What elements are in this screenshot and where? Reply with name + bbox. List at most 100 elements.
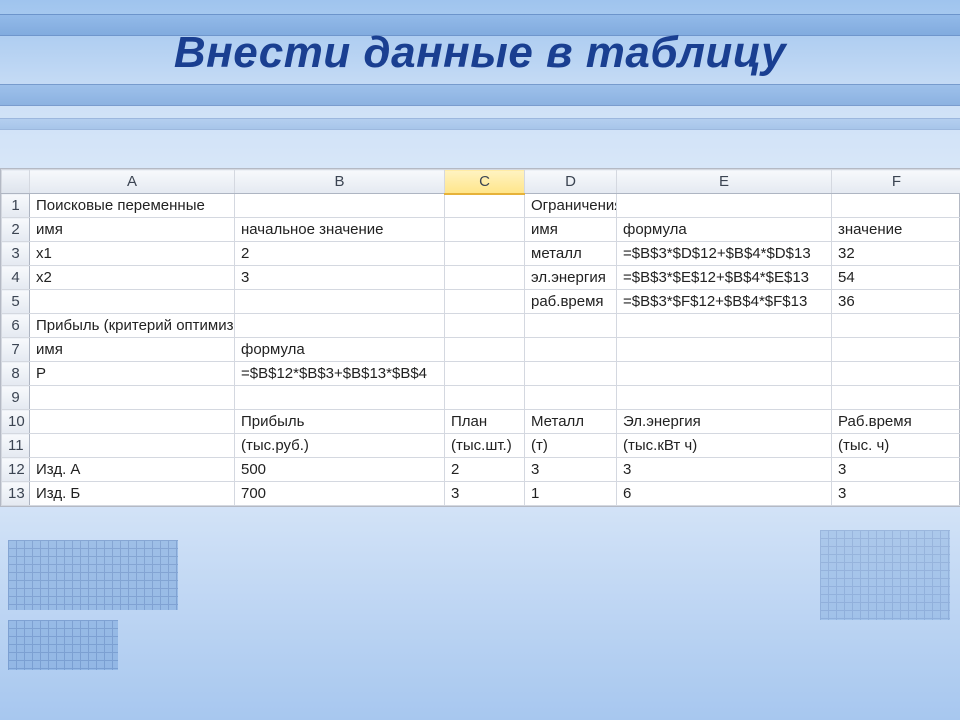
cell-A7[interactable]: имя bbox=[30, 338, 235, 362]
cell-D6[interactable] bbox=[525, 314, 617, 338]
cell-E11[interactable]: (тыс.кВт ч) bbox=[617, 434, 832, 458]
cell-D10[interactable]: Металл bbox=[525, 410, 617, 434]
row-header-1[interactable]: 1 bbox=[2, 194, 30, 218]
cell-A5[interactable] bbox=[30, 290, 235, 314]
col-header-d[interactable]: D bbox=[525, 170, 617, 194]
col-header-f[interactable]: F bbox=[832, 170, 960, 194]
cell-D7[interactable] bbox=[525, 338, 617, 362]
cell-D9[interactable] bbox=[525, 386, 617, 410]
cell-D2[interactable]: имя bbox=[525, 218, 617, 242]
row-header-7[interactable]: 7 bbox=[2, 338, 30, 362]
cell-D5[interactable]: раб.время bbox=[525, 290, 617, 314]
cell-D3[interactable]: металл bbox=[525, 242, 617, 266]
cell-F1[interactable] bbox=[832, 194, 960, 218]
cell-E13[interactable]: 6 bbox=[617, 482, 832, 506]
cell-A9[interactable] bbox=[30, 386, 235, 410]
cell-C7[interactable] bbox=[445, 338, 525, 362]
cell-A11[interactable] bbox=[30, 434, 235, 458]
row-header-13[interactable]: 13 bbox=[2, 482, 30, 506]
cell-D13[interactable]: 1 bbox=[525, 482, 617, 506]
select-all-corner[interactable] bbox=[2, 170, 30, 194]
cell-D8[interactable] bbox=[525, 362, 617, 386]
cell-C2[interactable] bbox=[445, 218, 525, 242]
row-header-4[interactable]: 4 bbox=[2, 266, 30, 290]
cell-F6[interactable] bbox=[832, 314, 960, 338]
cell-B10[interactable]: Прибыль bbox=[235, 410, 445, 434]
col-header-e[interactable]: E bbox=[617, 170, 832, 194]
cell-C6[interactable] bbox=[445, 314, 525, 338]
row-header-9[interactable]: 9 bbox=[2, 386, 30, 410]
row-header-2[interactable]: 2 bbox=[2, 218, 30, 242]
cell-B13[interactable]: 700 bbox=[235, 482, 445, 506]
cell-E2[interactable]: формула bbox=[617, 218, 832, 242]
cell-C4[interactable] bbox=[445, 266, 525, 290]
cell-B3[interactable]: 2 bbox=[235, 242, 445, 266]
cell-A3[interactable]: x1 bbox=[30, 242, 235, 266]
col-header-b[interactable]: B bbox=[235, 170, 445, 194]
table-row: 7имяформула bbox=[2, 338, 960, 362]
cell-B8[interactable]: =$B$12*$B$3+$B$13*$B$4 bbox=[235, 362, 445, 386]
cell-C12[interactable]: 2 bbox=[445, 458, 525, 482]
cell-A1[interactable]: Поисковые переменные bbox=[30, 194, 235, 218]
cell-B7[interactable]: формула bbox=[235, 338, 445, 362]
cell-F8[interactable] bbox=[832, 362, 960, 386]
cell-F2[interactable]: значение bbox=[832, 218, 960, 242]
cell-B5[interactable] bbox=[235, 290, 445, 314]
cell-F11[interactable]: (тыс. ч) bbox=[832, 434, 960, 458]
cell-F7[interactable] bbox=[832, 338, 960, 362]
cell-C5[interactable] bbox=[445, 290, 525, 314]
cell-A13[interactable]: Изд. Б bbox=[30, 482, 235, 506]
cell-C8[interactable] bbox=[445, 362, 525, 386]
cell-C9[interactable] bbox=[445, 386, 525, 410]
cell-C11[interactable]: (тыс.шт.) bbox=[445, 434, 525, 458]
row-header-8[interactable]: 8 bbox=[2, 362, 30, 386]
cell-B6[interactable] bbox=[235, 314, 445, 338]
cell-E5[interactable]: =$B$3*$F$12+$B$4*$F$13 bbox=[617, 290, 832, 314]
cell-B11[interactable]: (тыс.руб.) bbox=[235, 434, 445, 458]
cell-F13[interactable]: 3 bbox=[832, 482, 960, 506]
cell-B12[interactable]: 500 bbox=[235, 458, 445, 482]
cell-A10[interactable] bbox=[30, 410, 235, 434]
cell-B2[interactable]: начальное значение bbox=[235, 218, 445, 242]
cell-B4[interactable]: 3 bbox=[235, 266, 445, 290]
cell-D1[interactable]: Ограничения bbox=[525, 194, 617, 218]
cell-A2[interactable]: имя bbox=[30, 218, 235, 242]
col-header-a[interactable]: A bbox=[30, 170, 235, 194]
cell-A6[interactable]: Прибыль (критерий оптимизации) bbox=[30, 314, 235, 338]
cell-E4[interactable]: =$B$3*$E$12+$B$4*$E$13 bbox=[617, 266, 832, 290]
cell-C3[interactable] bbox=[445, 242, 525, 266]
cell-A12[interactable]: Изд. А bbox=[30, 458, 235, 482]
cell-D11[interactable]: (т) bbox=[525, 434, 617, 458]
cell-D12[interactable]: 3 bbox=[525, 458, 617, 482]
cell-E3[interactable]: =$B$3*$D$12+$B$4*$D$13 bbox=[617, 242, 832, 266]
cell-E7[interactable] bbox=[617, 338, 832, 362]
cell-E12[interactable]: 3 bbox=[617, 458, 832, 482]
row-header-12[interactable]: 12 bbox=[2, 458, 30, 482]
cell-E8[interactable] bbox=[617, 362, 832, 386]
cell-F10[interactable]: Раб.время bbox=[832, 410, 960, 434]
cell-C10[interactable]: План bbox=[445, 410, 525, 434]
cell-A4[interactable]: x2 bbox=[30, 266, 235, 290]
cell-C13[interactable]: 3 bbox=[445, 482, 525, 506]
col-header-c[interactable]: C bbox=[445, 170, 525, 194]
cell-E9[interactable] bbox=[617, 386, 832, 410]
cell-F5[interactable]: 36 bbox=[832, 290, 960, 314]
row-header-10[interactable]: 10 bbox=[2, 410, 30, 434]
row-header-3[interactable]: 3 bbox=[2, 242, 30, 266]
cell-F9[interactable] bbox=[832, 386, 960, 410]
cell-B9[interactable] bbox=[235, 386, 445, 410]
cell-F4[interactable]: 54 bbox=[832, 266, 960, 290]
table-row: 5 раб.время=$B$3*$F$12+$B$4*$F$1336 bbox=[2, 290, 960, 314]
row-header-5[interactable]: 5 bbox=[2, 290, 30, 314]
cell-F12[interactable]: 3 bbox=[832, 458, 960, 482]
cell-E6[interactable] bbox=[617, 314, 832, 338]
row-header-11[interactable]: 11 bbox=[2, 434, 30, 458]
cell-A8[interactable]: P bbox=[30, 362, 235, 386]
cell-D4[interactable]: эл.энергия bbox=[525, 266, 617, 290]
cell-E1[interactable] bbox=[617, 194, 832, 218]
cell-E10[interactable]: Эл.энергия bbox=[617, 410, 832, 434]
row-header-6[interactable]: 6 bbox=[2, 314, 30, 338]
cell-F3[interactable]: 32 bbox=[832, 242, 960, 266]
cell-C1[interactable] bbox=[445, 194, 525, 218]
cell-B1[interactable] bbox=[235, 194, 445, 218]
